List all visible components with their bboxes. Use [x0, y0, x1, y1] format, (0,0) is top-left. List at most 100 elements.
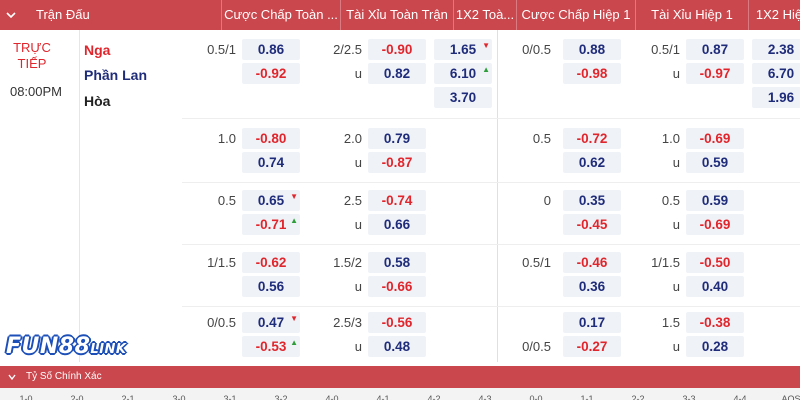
odds-cell-1x2-home[interactable]: 1.65 ▼ [434, 39, 492, 60]
odds-cell[interactable]: -0.62 [242, 252, 300, 273]
handicap-line: 0/0.5 [522, 339, 551, 354]
odds-cell[interactable]: -0.46 [563, 252, 621, 273]
odds-cell[interactable]: 0.88 [563, 39, 621, 60]
odds-cell[interactable]: 0.74 [242, 152, 300, 173]
odds-cell[interactable]: 0.35 [563, 190, 621, 211]
score-column-header: 4-0 [325, 394, 339, 400]
odds-cell[interactable]: -0.72 [563, 128, 621, 149]
odds-cell[interactable]: 0.48 [368, 336, 426, 357]
score-column-header: 4-2 [427, 394, 441, 400]
score-column-header: 3-2 [274, 394, 288, 400]
odds-cell[interactable]: 0.59 [686, 190, 744, 211]
draw-label: Hòa [84, 93, 111, 109]
total-line: 1.0 [661, 131, 680, 146]
under-label: u [354, 155, 362, 170]
total-line: 2.5 [343, 193, 362, 208]
total-line: 0.5/1 [651, 42, 680, 57]
header-overunder-fulltime[interactable]: Tài Xỉu Toàn Trận [341, 0, 453, 30]
odds-cell[interactable]: 0.28 [686, 336, 744, 357]
odds-cell[interactable]: 0.40 [686, 276, 744, 297]
under-label: u [354, 339, 362, 354]
chevron-down-icon[interactable] [5, 9, 17, 21]
odds-cell[interactable]: -0.38 [686, 312, 744, 333]
under-label: u [354, 279, 362, 294]
score-column-header: 3-3 [682, 394, 696, 400]
watermark-brand: FUN88 [6, 334, 91, 359]
handicap-line: 1/1.5 [207, 255, 236, 270]
odds-cell[interactable]: -0.97 [686, 63, 744, 84]
odds-cell[interactable]: 0.17 [563, 312, 621, 333]
odds-cell[interactable]: 0.65 ▼ [242, 190, 300, 211]
odds-cell[interactable]: 0.59 [686, 152, 744, 173]
under-label: u [672, 217, 680, 232]
odds-cell[interactable]: 0.62 [563, 152, 621, 173]
live-status-line2: TIẾP [17, 56, 47, 71]
header-1x2-fulltime[interactable]: 1X2 Toà... [454, 0, 516, 30]
fun88-watermark-logo: FUN88LINK [6, 334, 176, 364]
odds-cell[interactable]: 0.58 [368, 252, 426, 273]
odds-cell[interactable]: -0.92 [242, 63, 300, 84]
odds-cell-1x2-away[interactable]: 6.10 ▲ [434, 63, 492, 84]
handicap-line: 0.5/1 [207, 42, 236, 57]
handicap-line: 1.0 [217, 131, 236, 146]
odds-cell-1x2-home[interactable]: 2.38 [752, 39, 800, 60]
odds-cell[interactable]: -0.90 [368, 39, 426, 60]
odds-cell-1x2-draw[interactable]: 3.70 [434, 87, 492, 108]
odds-cell[interactable]: -0.71 ▲ [242, 214, 300, 235]
teams-column: Nga Phần Lan Hòa [80, 30, 182, 362]
under-label: u [672, 279, 680, 294]
odds-cell[interactable]: -0.66 [368, 276, 426, 297]
odds-cell-1x2-away[interactable]: 6.70 [752, 63, 800, 84]
odds-cell[interactable]: -0.53 ▲ [242, 336, 300, 357]
arrow-down-icon: ▼ [482, 41, 490, 50]
total-line: 2.5/3 [333, 315, 362, 330]
header-handicap-half1[interactable]: Cược Chấp Hiệp 1 [517, 0, 635, 30]
score-header-row: 1-0 2-0 2-1 3-0 3-1 3-2 4-0 4-1 4-2 4-3 0-0 1-1 2-2 3… [0, 388, 800, 400]
score-column-header: 2-1 [121, 394, 135, 400]
score-column-header: 3-1 [223, 394, 237, 400]
score-column-header: 4-3 [478, 394, 492, 400]
header-1x2-half1[interactable]: 1X2 Hiệ [749, 0, 800, 30]
header-handicap-fulltime[interactable]: Cược Chấp Toàn ... [222, 0, 340, 30]
total-line: 1.5 [661, 315, 680, 330]
odds-cell[interactable]: -0.69 [686, 128, 744, 149]
home-team[interactable]: Nga [84, 42, 110, 58]
total-line: 1.5/2 [333, 255, 362, 270]
odds-cell[interactable]: 0.82 [368, 63, 426, 84]
odds-cell[interactable]: 0.86 [242, 39, 300, 60]
handicap-line: 0/0.5 [207, 315, 236, 330]
table-header: Trận Đấu Cược Chấp Toàn ... Tài Xỉu Toàn… [0, 0, 800, 30]
total-line: 0.5 [661, 193, 680, 208]
handicap-line: 0.5 [532, 131, 551, 146]
odds-cell-1x2-draw[interactable]: 1.96 [752, 87, 800, 108]
odds-cell[interactable]: -0.56 [368, 312, 426, 333]
score-column-header: 4-1 [376, 394, 390, 400]
odds-cell[interactable]: -0.27 [563, 336, 621, 357]
score-column-header: 1-1 [580, 394, 594, 400]
odds-cell[interactable]: 0.56 [242, 276, 300, 297]
chevron-down-icon[interactable] [7, 372, 17, 382]
odds-cell[interactable]: -0.74 [368, 190, 426, 211]
odds-cell[interactable]: 0.47 ▼ [242, 312, 300, 333]
live-status-line1: TRỰC [13, 40, 51, 55]
score-column-header: 2-2 [631, 394, 645, 400]
correct-score-section-header[interactable]: Tỷ Số Chính Xác [0, 366, 800, 388]
odds-cell[interactable]: -0.80 [242, 128, 300, 149]
odds-cell[interactable]: -0.98 [563, 63, 621, 84]
odds-cell[interactable]: -0.50 [686, 252, 744, 273]
away-team[interactable]: Phần Lan [84, 67, 147, 83]
odds-cell[interactable]: 0.36 [563, 276, 621, 297]
odds-cell[interactable]: 0.79 [368, 128, 426, 149]
under-label: u [672, 66, 680, 81]
score-column-header: 3-0 [172, 394, 186, 400]
odds-cell[interactable]: -0.69 [686, 214, 744, 235]
odds-cell[interactable]: -0.87 [368, 152, 426, 173]
section-title: Tỷ Số Chính Xác [26, 371, 102, 382]
total-line: 2.0 [343, 131, 362, 146]
under-label: u [354, 66, 362, 81]
header-overunder-half1[interactable]: Tài Xỉu Hiệp 1 [636, 0, 748, 30]
odds-cell[interactable]: -0.45 [563, 214, 621, 235]
handicap-line: 0.5/1 [522, 255, 551, 270]
odds-cell[interactable]: 0.87 [686, 39, 744, 60]
odds-cell[interactable]: 0.66 [368, 214, 426, 235]
